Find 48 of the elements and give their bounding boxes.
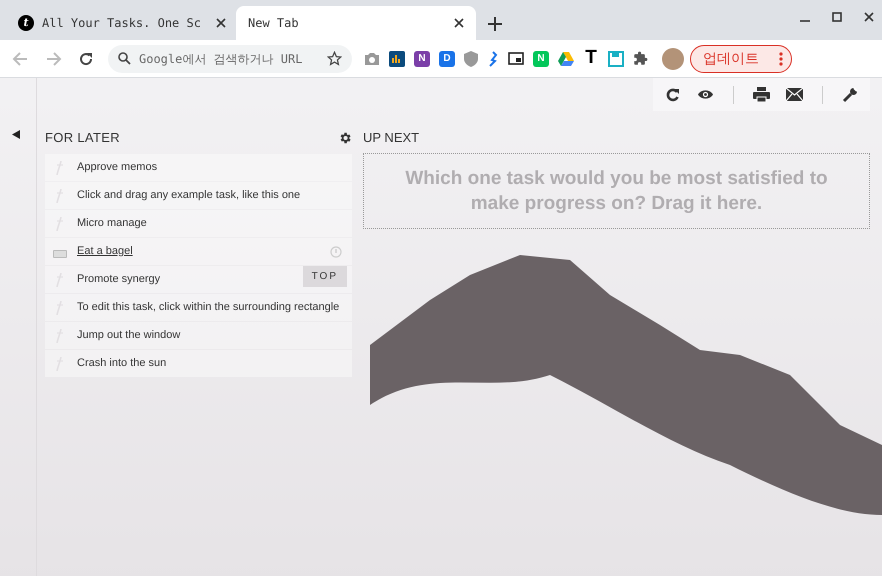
task-text: Promote synergy bbox=[77, 273, 160, 286]
avatar-icon[interactable] bbox=[662, 48, 684, 70]
update-button[interactable]: 업데이트 bbox=[690, 44, 792, 72]
top-button[interactable]: TOP bbox=[302, 266, 347, 287]
task-row[interactable]: Click and drag any example task, like this one bbox=[45, 182, 352, 209]
new-tab-icon[interactable] bbox=[488, 17, 502, 31]
letter-icon[interactable]: T bbox=[583, 50, 599, 66]
task-row[interactable]: Micro manage bbox=[45, 210, 352, 237]
search-icon bbox=[118, 52, 131, 65]
close-icon[interactable] bbox=[864, 12, 874, 22]
letter-icon[interactable]: N bbox=[414, 50, 430, 66]
task-text: Click and drag any example task, like this one bbox=[77, 189, 300, 202]
section-title: UP NEXT bbox=[363, 129, 420, 148]
tab-title: New Tab bbox=[248, 15, 300, 32]
printer-icon[interactable] bbox=[752, 84, 771, 104]
task-row[interactable]: Approve memos bbox=[45, 154, 352, 181]
shield-icon[interactable] bbox=[464, 50, 478, 66]
browser-tab[interactable]: t All Your Tasks. One Sc bbox=[8, 6, 236, 40]
section-title: FOR LATER bbox=[45, 129, 120, 148]
favicon-icon: t bbox=[18, 15, 34, 31]
close-icon[interactable] bbox=[216, 18, 226, 28]
task-row[interactable]: To edit this task, click within the surrounding rectangle bbox=[45, 294, 352, 321]
close-icon[interactable] bbox=[454, 18, 464, 28]
puzzle-icon[interactable] bbox=[633, 51, 648, 66]
more-icon bbox=[779, 52, 783, 66]
task-text: Approve memos bbox=[77, 161, 158, 174]
task-text: Eat a bagel bbox=[77, 245, 133, 258]
checkbox-icon[interactable] bbox=[53, 250, 67, 258]
task-text: Jump out the window bbox=[77, 329, 180, 342]
settings-icon[interactable] bbox=[338, 131, 352, 145]
picture-in-picture-icon[interactable] bbox=[508, 52, 524, 65]
task-row[interactable]: Jump out the window bbox=[45, 322, 352, 349]
bookmark-star-icon[interactable] bbox=[327, 51, 342, 66]
collapse-arrow-icon[interactable] bbox=[12, 130, 20, 139]
task-row[interactable]: Crash into the sun bbox=[45, 350, 352, 377]
tab-title: All Your Tasks. One Sc bbox=[42, 15, 202, 32]
wrench-icon[interactable] bbox=[840, 84, 860, 104]
triangle-icon[interactable] bbox=[558, 52, 574, 66]
task-text: To edit this task, click within the surrounding rectangle bbox=[77, 301, 340, 314]
letter-icon[interactable]: D bbox=[439, 50, 455, 66]
bar-chart-icon[interactable] bbox=[389, 50, 405, 66]
address-bar[interactable]: Google에서 검색하거나 URL bbox=[108, 44, 352, 72]
task-text: Crash into the sun bbox=[77, 357, 166, 370]
browser-tab[interactable]: New Tab bbox=[236, 6, 476, 40]
address-field[interactable]: Google에서 검색하거나 URL bbox=[139, 50, 319, 68]
camera-icon[interactable] bbox=[364, 52, 380, 66]
maximize-icon[interactable] bbox=[832, 12, 842, 22]
task-text: Micro manage bbox=[77, 217, 147, 230]
